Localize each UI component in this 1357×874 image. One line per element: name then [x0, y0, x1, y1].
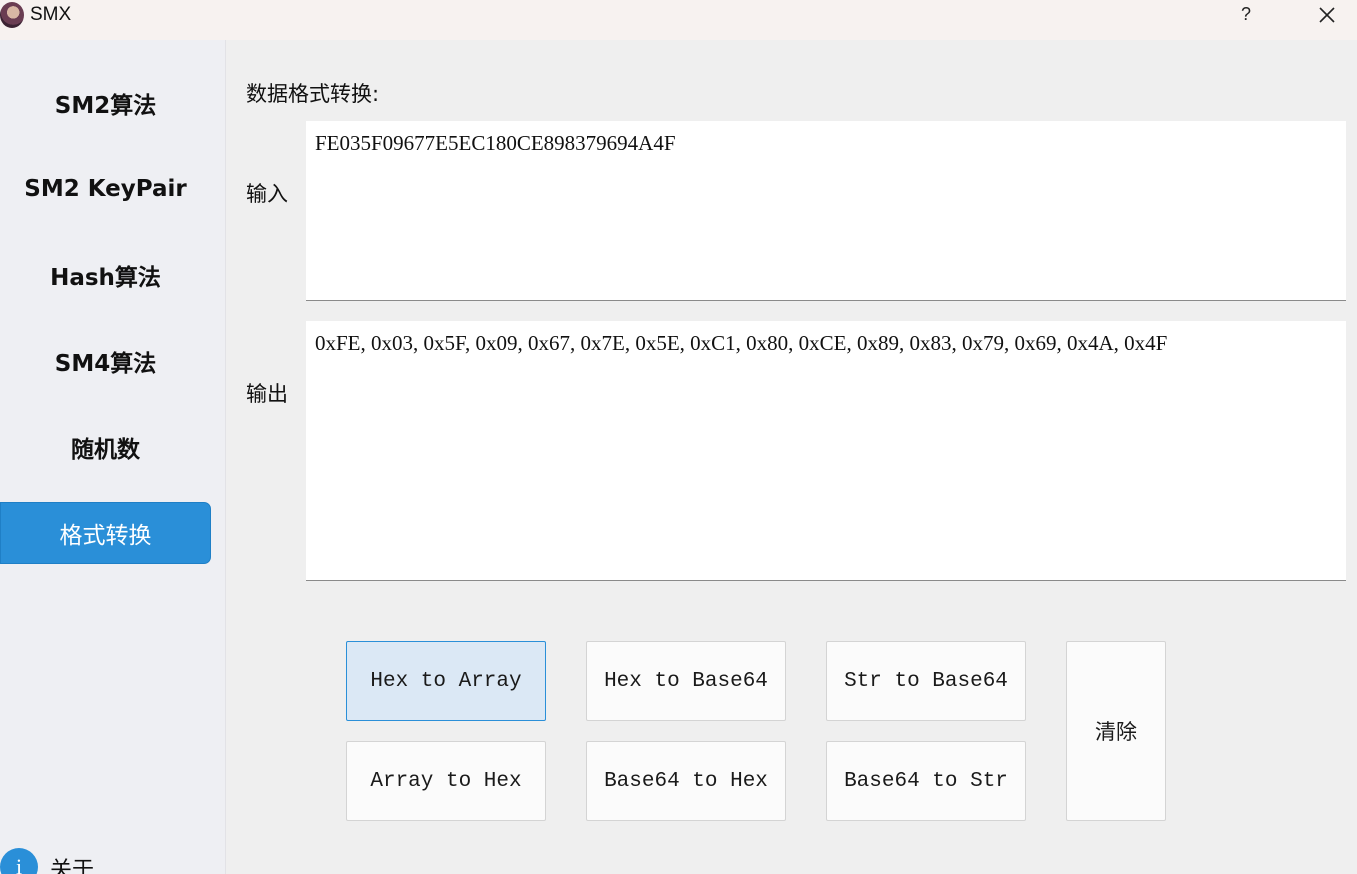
input-label: 输入	[246, 182, 288, 206]
sidebar-item-hash[interactable]: Hash算法	[0, 244, 211, 306]
output-label: 输出	[246, 382, 288, 406]
sidebar-item-format-convert[interactable]: 格式转换	[0, 502, 211, 564]
title-bar: SMX ?	[0, 0, 1357, 40]
output-textarea[interactable]: 0xFE, 0x03, 0x5F, 0x09, 0x67, 0x7E, 0x5E…	[306, 321, 1346, 581]
close-button[interactable]	[1312, 3, 1342, 29]
section-title: 数据格式转换:	[246, 82, 380, 106]
base64-to-str-button[interactable]: Base64 to Str	[826, 741, 1026, 821]
help-button[interactable]: ?	[1236, 4, 1256, 28]
info-icon: i	[0, 848, 38, 874]
base64-to-hex-button[interactable]: Base64 to Hex	[586, 741, 786, 821]
sidebar-item-sm2[interactable]: SM2算法	[0, 72, 211, 134]
app-logo-icon	[0, 2, 24, 28]
window-title: SMX	[30, 4, 72, 25]
array-to-hex-button[interactable]: Array to Hex	[346, 741, 546, 821]
about-label: 关于	[50, 858, 95, 874]
sidebar-item-sm2-keypair[interactable]: SM2 KeyPair	[0, 158, 211, 220]
str-to-base64-button[interactable]: Str to Base64	[826, 641, 1026, 721]
close-icon	[1319, 7, 1335, 23]
input-textarea[interactable]: FE035F09677E5EC180CE898379694A4F	[306, 121, 1346, 301]
sidebar-item-sm4[interactable]: SM4算法	[0, 330, 211, 392]
sidebar-item-random[interactable]: 随机数	[0, 416, 211, 478]
about-link[interactable]: i 关于	[0, 844, 200, 874]
clear-button[interactable]: 清除	[1066, 641, 1166, 821]
hex-to-array-button[interactable]: Hex to Array	[346, 641, 546, 721]
sidebar: SM2算法 SM2 KeyPair Hash算法 SM4算法 随机数 格式转换 …	[0, 40, 226, 874]
hex-to-base64-button[interactable]: Hex to Base64	[586, 641, 786, 721]
